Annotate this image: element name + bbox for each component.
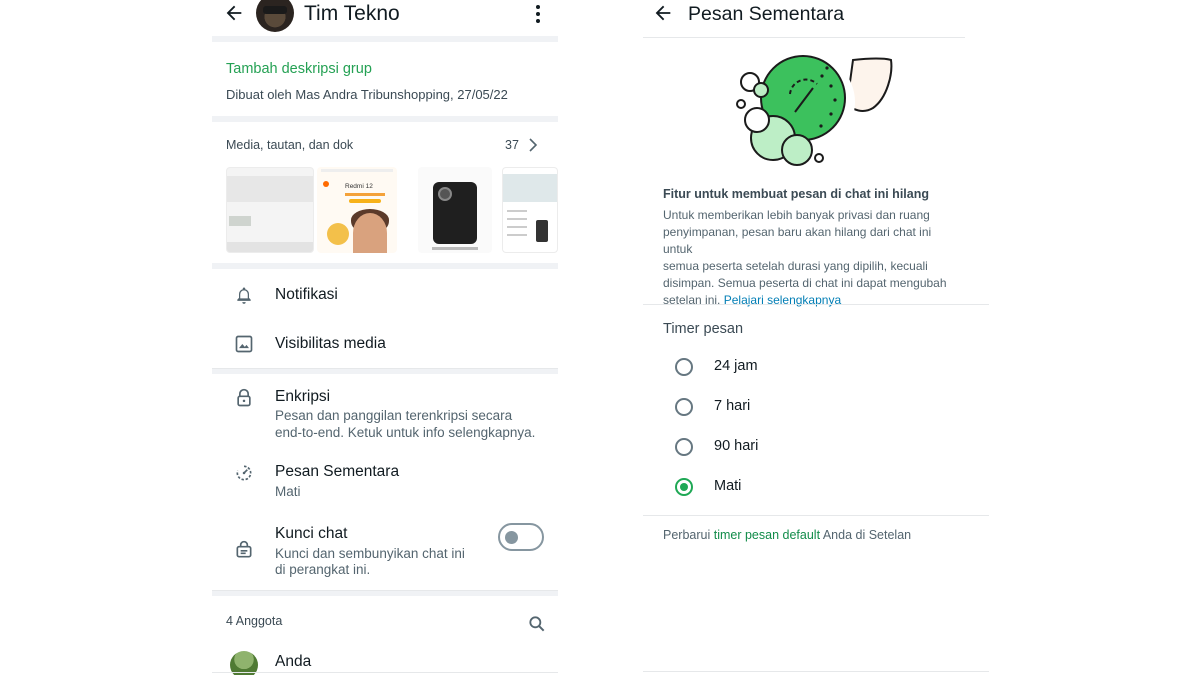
note-text: Perbarui [663, 528, 711, 542]
group-name: Tim Tekno [304, 2, 400, 25]
feature-description: Untuk memberikan lebih banyak privasi da… [663, 207, 963, 309]
bottom-divider [643, 671, 989, 672]
disappearing-messages-illustration [736, 54, 893, 166]
chat-lock-subtitle-line1: Kunci dan sembunyikan chat ini [275, 546, 465, 561]
section-divider [212, 672, 558, 673]
back-arrow-icon[interactable] [223, 2, 245, 24]
search-icon[interactable] [527, 614, 547, 634]
encryption-subtitle-line2: end-to-end. Ketuk untuk info selengkapny… [275, 425, 536, 440]
add-group-description-link[interactable]: Tambah deskripsi grup [226, 61, 372, 77]
timer-option-label: 7 hari [714, 398, 751, 414]
timer-icon [236, 465, 252, 481]
group-avatar[interactable] [256, 0, 294, 32]
disappearing-messages-title: Pesan Sementara [275, 463, 400, 480]
encryption-subtitle-line1: Pesan dan panggilan terenkripsi secara [275, 408, 513, 423]
media-visibility-row[interactable]: Visibilitas media [212, 324, 558, 364]
member-name: Anda [275, 653, 312, 670]
disappearing-messages-status: Mati [275, 484, 301, 499]
section-divider [212, 591, 558, 596]
radio-button-selected[interactable] [675, 478, 693, 496]
group-info-panel: Tim Tekno Tambah deskripsi grup Dibuat o… [212, 0, 558, 675]
disappearing-messages-panel: Pesan Sementara Fitur untuk membuat pesa… [643, 0, 989, 675]
thumbnail-caption: Redmi 12 [345, 183, 373, 190]
group-info-header: Tim Tekno [212, 0, 558, 40]
kebab-menu-icon[interactable] [530, 4, 546, 24]
chat-lock-subtitle-line2: di perangkat ini. [275, 562, 371, 577]
lock-icon [237, 388, 251, 407]
timer-option-7d[interactable]: 7 hari [643, 390, 989, 426]
radio-button[interactable] [675, 358, 693, 376]
timer-option-label: Mati [714, 478, 742, 494]
notifications-label: Notifikasi [275, 286, 338, 303]
section-divider [212, 263, 558, 269]
section-divider [212, 116, 558, 122]
description-line: Untuk memberikan lebih banyak privasi da… [663, 208, 930, 222]
image-icon [235, 335, 253, 353]
timer-option-90d[interactable]: 90 hari [643, 430, 989, 466]
header-divider [643, 37, 965, 38]
media-thumbnail[interactable]: Redmi 12 [317, 167, 397, 253]
description-line: penyimpanan, pesan baru akan hilang dari… [663, 225, 932, 256]
media-thumbnail[interactable] [226, 167, 314, 253]
section-divider [643, 304, 989, 305]
description-line: setelan ini. Pelajari selengkapnya [663, 292, 963, 309]
media-count: 37 [505, 138, 519, 152]
media-label: Media, tautan, dan dok [226, 138, 354, 152]
chat-lock-toggle[interactable] [498, 523, 544, 551]
page-title: Pesan Sementara [688, 3, 845, 25]
section-divider [643, 515, 989, 516]
encryption-title: Enkripsi [275, 388, 331, 405]
media-visibility-label: Visibilitas media [275, 335, 386, 352]
timer-option-24h[interactable]: 24 jam [643, 350, 989, 386]
timer-option-label: 90 hari [714, 438, 759, 454]
section-divider [212, 36, 558, 42]
members-count: 4 Anggota [226, 614, 283, 628]
group-created-by: Dibuat oleh Mas Andra Tribunshopping, 27… [226, 87, 508, 102]
back-arrow-icon[interactable] [652, 2, 674, 24]
encryption-row[interactable]: Enkripsi Pesan dan panggilan terenkripsi… [212, 385, 558, 445]
message-timer-label: Timer pesan [663, 321, 744, 337]
default-timer-link[interactable]: timer pesan default [714, 528, 820, 542]
media-thumbnail[interactable] [502, 167, 558, 253]
chevron-right-icon [529, 138, 538, 152]
description-line: disimpan. Semua peserta di chat ini dapa… [663, 276, 947, 290]
description-line: semua peserta setelah durasi yang dipili… [663, 259, 928, 273]
feature-heading: Fitur untuk membuat pesan di chat ini hi… [663, 187, 929, 201]
note-text: Anda di Setelan [822, 528, 912, 542]
section-divider [212, 369, 558, 374]
timer-option-label: 24 jam [714, 358, 758, 374]
bell-icon [237, 287, 251, 304]
default-timer-note: Perbarui timer pesan default Anda di Set… [663, 528, 911, 542]
notifications-row[interactable]: Notifikasi [212, 275, 558, 315]
media-thumbnail[interactable] [418, 167, 492, 253]
chat-lock-title: Kunci chat [275, 525, 348, 542]
disappearing-messages-row[interactable]: Pesan Sementara Mati [212, 460, 558, 504]
timer-option-off[interactable]: Mati [643, 470, 989, 506]
radio-button[interactable] [675, 438, 693, 456]
radio-button[interactable] [675, 398, 693, 416]
chat-lock-icon [236, 540, 252, 558]
